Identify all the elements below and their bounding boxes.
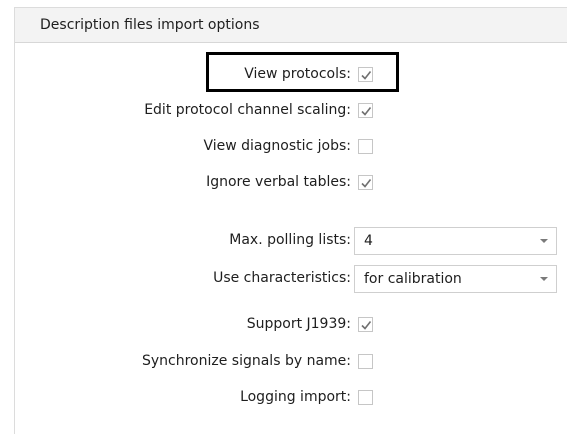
use-characteristics-value: for calibration <box>364 271 462 287</box>
import-options-panel: Description files import options View pr… <box>14 7 567 434</box>
logging-import-label: Logging import: <box>240 389 351 405</box>
option-row-use-characteristics: Use characteristics: for calibration <box>15 265 567 295</box>
view-protocols-checkbox[interactable] <box>358 67 373 82</box>
view-protocols-label: View protocols: <box>244 66 351 82</box>
ignore-verbal-tables-checkbox[interactable] <box>358 175 373 190</box>
checkmark-icon <box>361 321 372 330</box>
support-j1939-checkbox[interactable] <box>358 317 373 332</box>
option-row-ignore-verbal-tables: Ignore verbal tables: <box>15 170 567 200</box>
option-row-synchronize-signals-by-name: Synchronize signals by name: <box>15 349 567 379</box>
max-polling-lists-dropdown[interactable]: 4 <box>354 227 557 255</box>
chevron-down-icon[interactable] <box>540 277 548 281</box>
option-row-view-diagnostic-jobs: View diagnostic jobs: <box>15 134 567 164</box>
support-j1939-label: Support J1939: <box>246 316 351 332</box>
synchronize-signals-by-name-label: Synchronize signals by name: <box>141 353 351 369</box>
max-polling-lists-label: Max. polling lists: <box>229 232 351 248</box>
checkmark-icon <box>361 179 372 188</box>
use-characteristics-label: Use characteristics: <box>213 270 351 286</box>
option-row-max-polling-lists: Max. polling lists: 4 <box>15 227 567 257</box>
ignore-verbal-tables-label: Ignore verbal tables: <box>206 174 351 190</box>
checkmark-icon <box>361 71 372 80</box>
group-header: Description files import options <box>15 8 567 43</box>
checkmark-icon <box>361 107 372 116</box>
edit-protocol-channel-scaling-checkbox[interactable] <box>358 103 373 118</box>
max-polling-lists-value: 4 <box>364 233 373 249</box>
synchronize-signals-by-name-checkbox[interactable] <box>358 354 373 369</box>
use-characteristics-dropdown[interactable]: for calibration <box>354 265 557 293</box>
option-row-support-j1939: Support J1939: <box>15 312 567 342</box>
view-diagnostic-jobs-label: View diagnostic jobs: <box>203 138 351 154</box>
chevron-down-icon[interactable] <box>540 239 548 243</box>
option-row-logging-import: Logging import: <box>15 385 567 415</box>
view-diagnostic-jobs-checkbox[interactable] <box>358 139 373 154</box>
logging-import-checkbox[interactable] <box>358 390 373 405</box>
edit-protocol-channel-scaling-label: Edit protocol channel scaling: <box>144 102 351 118</box>
option-row-view-protocols: View protocols: <box>15 62 567 92</box>
group-title: Description files import options <box>40 17 260 33</box>
option-row-edit-protocol-channel-scaling: Edit protocol channel scaling: <box>15 98 567 128</box>
